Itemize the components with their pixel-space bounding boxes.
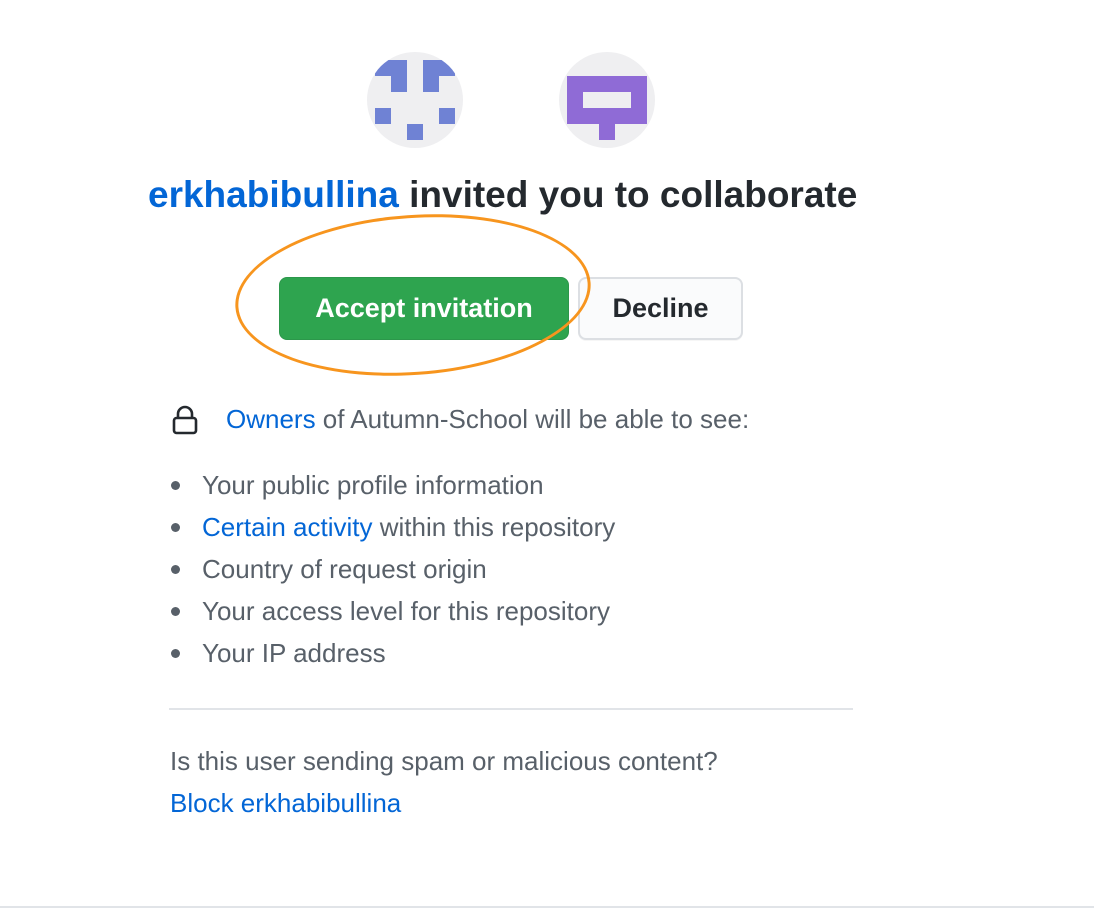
repository-avatar[interactable]: [559, 52, 655, 148]
visibility-notice-text: of Autumn-School will be able to see:: [315, 404, 750, 434]
invitation-headline: erkhabibullina invited you to collaborat…: [148, 174, 908, 216]
list-item: Certain activity within this repository: [168, 506, 615, 548]
bullet: [171, 480, 180, 490]
spam-report-question: Is this user sending spam or malicious c…: [170, 746, 718, 776]
accept-invitation-button[interactable]: Accept invitation: [279, 277, 569, 340]
identicon-repo-icon: [567, 76, 647, 140]
list-item: Your public profile information: [168, 464, 615, 506]
inviter-profile-link[interactable]: erkhabibullina: [148, 174, 399, 215]
footer-divider: [0, 906, 1094, 908]
bullet: [171, 648, 180, 658]
identicon-inviter-icon: [375, 60, 455, 140]
bullet: [171, 564, 180, 574]
list-item-text: Country of request origin: [202, 553, 487, 584]
owners-link[interactable]: Owners: [226, 404, 316, 435]
list-item-text: Your access level for this repository: [202, 595, 611, 626]
list-item-text: Your public profile information: [202, 469, 544, 500]
list-item: Your IP address: [168, 632, 615, 674]
certain-activity-link[interactable]: Certain activity: [202, 512, 373, 543]
list-item-text: within this repository: [372, 511, 616, 542]
decline-button[interactable]: Decline: [578, 277, 743, 340]
list-item: Country of request origin: [168, 548, 615, 590]
inviter-avatar[interactable]: [367, 52, 463, 148]
headline-text: invited you to collaborate: [398, 174, 858, 215]
list-item: Your access level for this repository: [168, 590, 615, 632]
list-item-text: Your IP address: [202, 637, 386, 668]
section-divider: [169, 708, 853, 710]
visible-data-list: Your public profile information Certain …: [168, 464, 615, 674]
invitation-page: erkhabibullina invited you to collaborat…: [0, 0, 1094, 924]
bullet: [171, 606, 180, 616]
bullet: [171, 522, 180, 532]
visibility-notice: Owners of Autumn-School will be able to …: [172, 404, 892, 435]
lock-icon: [172, 405, 198, 434]
block-user-link[interactable]: Block erkhabibullina: [170, 788, 401, 819]
